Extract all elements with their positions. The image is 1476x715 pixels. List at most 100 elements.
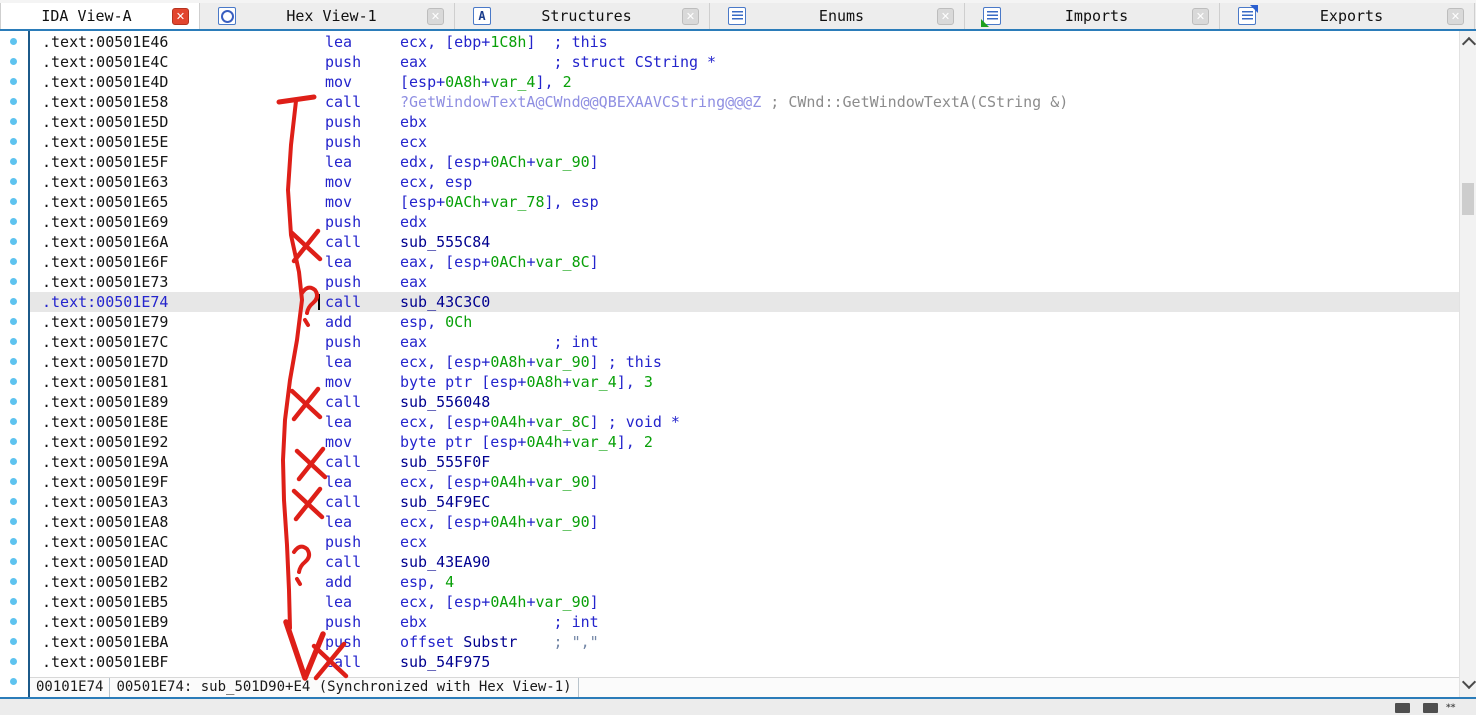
tab-close-icon[interactable]: ✕ [427,8,444,25]
tab-exports[interactable]: Exports✕ [1220,3,1475,29]
asm-line[interactable]: .text:00501EB2addesp, 4 [30,572,1459,592]
tab-close-icon[interactable]: ✕ [937,8,954,25]
asm-operand-segment: ], [535,73,562,91]
asm-operand-segment: var_8C [535,253,589,271]
asm-operand-segment [427,53,553,71]
asm-line[interactable]: .text:00501E7Cpusheax ; int [30,332,1459,352]
asm-mnemonic: push [325,272,400,292]
scroll-up-icon[interactable] [1462,37,1476,51]
tab-bar: IDA View-A✕Hex View-1✕AStructures✕Enums✕… [0,0,1476,29]
tab-close-icon[interactable]: ✕ [1192,8,1209,25]
asm-line[interactable]: .text:00501E9Fleaecx, [esp+0A4h+var_90] [30,472,1459,492]
asm-line[interactable]: .text:00501EB5leaecx, [esp+0A4h+var_90] [30,592,1459,612]
asm-line[interactable]: .text:00501EACpushecx [30,532,1459,552]
vertical-scrollbar[interactable] [1459,31,1476,697]
tab-close-icon[interactable]: ✕ [1447,8,1464,25]
asm-address: .text:00501E4D [42,72,325,92]
asm-operand-segment: ], [617,373,644,391]
asm-address: .text:00501E9F [42,472,325,492]
asm-line[interactable]: .text:00501E6Fleaeax, [esp+0ACh+var_8C] [30,252,1459,272]
asm-operand-segment: ecx [400,133,427,151]
line-marker-dot [10,518,17,525]
asm-line[interactable]: .text:00501E81movbyte ptr [esp+0A8h+var_… [30,372,1459,392]
asm-line[interactable]: .text:00501E58call?GetWindowTextA@CWnd@@… [30,92,1459,112]
asm-mnemonic: push [325,532,400,552]
asm-line[interactable]: .text:00501E7Dleaecx, [esp+0A8h+var_90] … [30,352,1459,372]
asm-line[interactable]: .text:00501E65mov[esp+0ACh+var_78], esp [30,192,1459,212]
scrollbar-thumb[interactable] [1462,183,1474,215]
asm-operand-segment: sub_43EA90 [400,553,490,571]
asm-operand-segment: ; this [608,353,662,371]
asm-line[interactable]: .text:00501E74callsub_43C3C0 [30,292,1459,312]
asm-operand-segment: 0A4h [526,433,562,451]
asm-line[interactable]: .text:00501EB9pushebx ; int [30,612,1459,632]
asm-address: .text:00501EB2 [42,572,325,592]
asm-operand-segment: ] [590,253,599,271]
asm-line[interactable]: .text:00501EA8leaecx, [esp+0A4h+var_90] [30,512,1459,532]
asm-line[interactable]: .text:00501E5Dpushebx [30,112,1459,132]
line-marker-dot [10,298,17,305]
asm-line[interactable]: .text:00501E63movecx, esp [30,172,1459,192]
asm-line[interactable]: .text:00501E73pusheax [30,272,1459,292]
asm-operand-segment: 4 [445,573,454,591]
asm-line[interactable]: .text:00501E92movbyte ptr [esp+0A4h+var_… [30,432,1459,452]
asm-operand-segment: ] [590,473,599,491]
asm-address: .text:00501E8E [42,412,325,432]
asm-operand-segment [761,93,770,111]
tab-close-icon[interactable]: ✕ [682,8,699,25]
asm-address: .text:00501E92 [42,432,325,452]
asm-line[interactable]: .text:00501E6Acallsub_555C84 [30,232,1459,252]
asm-address: .text:00501E7D [42,352,325,372]
tab-close-icon[interactable]: ✕ [172,8,189,25]
asm-operand-segment: edx, [esp+ [400,153,490,171]
asm-line[interactable]: .text:00501E79addesp, 0Ch [30,312,1459,332]
tab-imports[interactable]: Imports✕ [965,3,1220,29]
tab-label: Enums [746,3,937,29]
asm-line[interactable]: .text:00501E5Epushecx [30,132,1459,152]
asm-mnemonic: call [325,492,400,512]
asm-mnemonic: push [325,132,400,152]
asm-operand-segment: ; CWnd::GetWindowTextA(CString &) [770,93,1068,111]
line-marker-dot [10,38,17,45]
tab-enums[interactable]: Enums✕ [710,3,965,29]
line-marker-dot [10,198,17,205]
tab-hex-view-1[interactable]: Hex View-1✕ [200,3,455,29]
asm-operand-segment: byte ptr [esp+ [400,433,526,451]
asm-line[interactable]: .text:00501E4Dmov[esp+0A8h+var_4], 2 [30,72,1459,92]
tab-structures[interactable]: AStructures✕ [455,3,710,29]
asm-line[interactable]: .text:00501E46leaecx, [ebp+1C8h] ; this [30,32,1459,52]
asm-line[interactable]: .text:00501E69pushedx [30,212,1459,232]
asm-line[interactable]: .text:00501E4Cpusheax ; struct CString * [30,52,1459,72]
asm-operand-segment: sub_43C3C0 [400,293,490,311]
scroll-down-icon[interactable] [1462,675,1476,689]
asm-operand-segment: 0A4h [490,513,526,531]
asm-line[interactable]: .text:00501EA3callsub_54F9EC [30,492,1459,512]
asm-line[interactable]: .text:00501E89callsub_556048 [30,392,1459,412]
asm-mnemonic: mov [325,172,400,192]
asm-line[interactable]: .text:00501E5Fleaedx, [esp+0ACh+var_90] [30,152,1459,172]
asm-line[interactable]: .text:00501E8Eleaecx, [esp+0A4h+var_8C] … [30,412,1459,432]
asm-operand-segment: sub_555C84 [400,233,490,251]
asm-mnemonic: lea [325,152,400,172]
asm-address: .text:00501E69 [42,212,325,232]
line-marker-dot [10,118,17,125]
line-marker-dot [10,418,17,425]
asm-mnemonic: call [325,292,400,312]
asm-address: .text:00501E5D [42,112,325,132]
asm-line[interactable]: .text:00501E9Acallsub_555F0F [30,452,1459,472]
asm-operand-segment: ; "," [554,633,599,651]
tab-ida-view-a[interactable]: IDA View-A✕ [0,3,200,29]
asm-line[interactable]: .text:00501EBApushoffset Substr ; "," [30,632,1459,652]
asm-address: .text:00501EB5 [42,592,325,612]
asm-line[interactable]: .text:00501EADcallsub_43EA90 [30,552,1459,572]
asm-operand-segment: ecx [400,533,427,551]
tab-label: Exports [1256,3,1447,29]
exports-icon [1238,7,1256,25]
asm-operand-segment: ] [590,153,599,171]
taskbar-icon: ** [1446,705,1462,711]
asm-mnemonic: call [325,92,400,112]
asm-operand-segment: ; this [554,33,608,51]
asm-mnemonic: push [325,52,400,72]
asm-line[interactable]: .text:00501EBFcallsub_54F975 [30,652,1459,672]
asm-address: .text:00501EA3 [42,492,325,512]
